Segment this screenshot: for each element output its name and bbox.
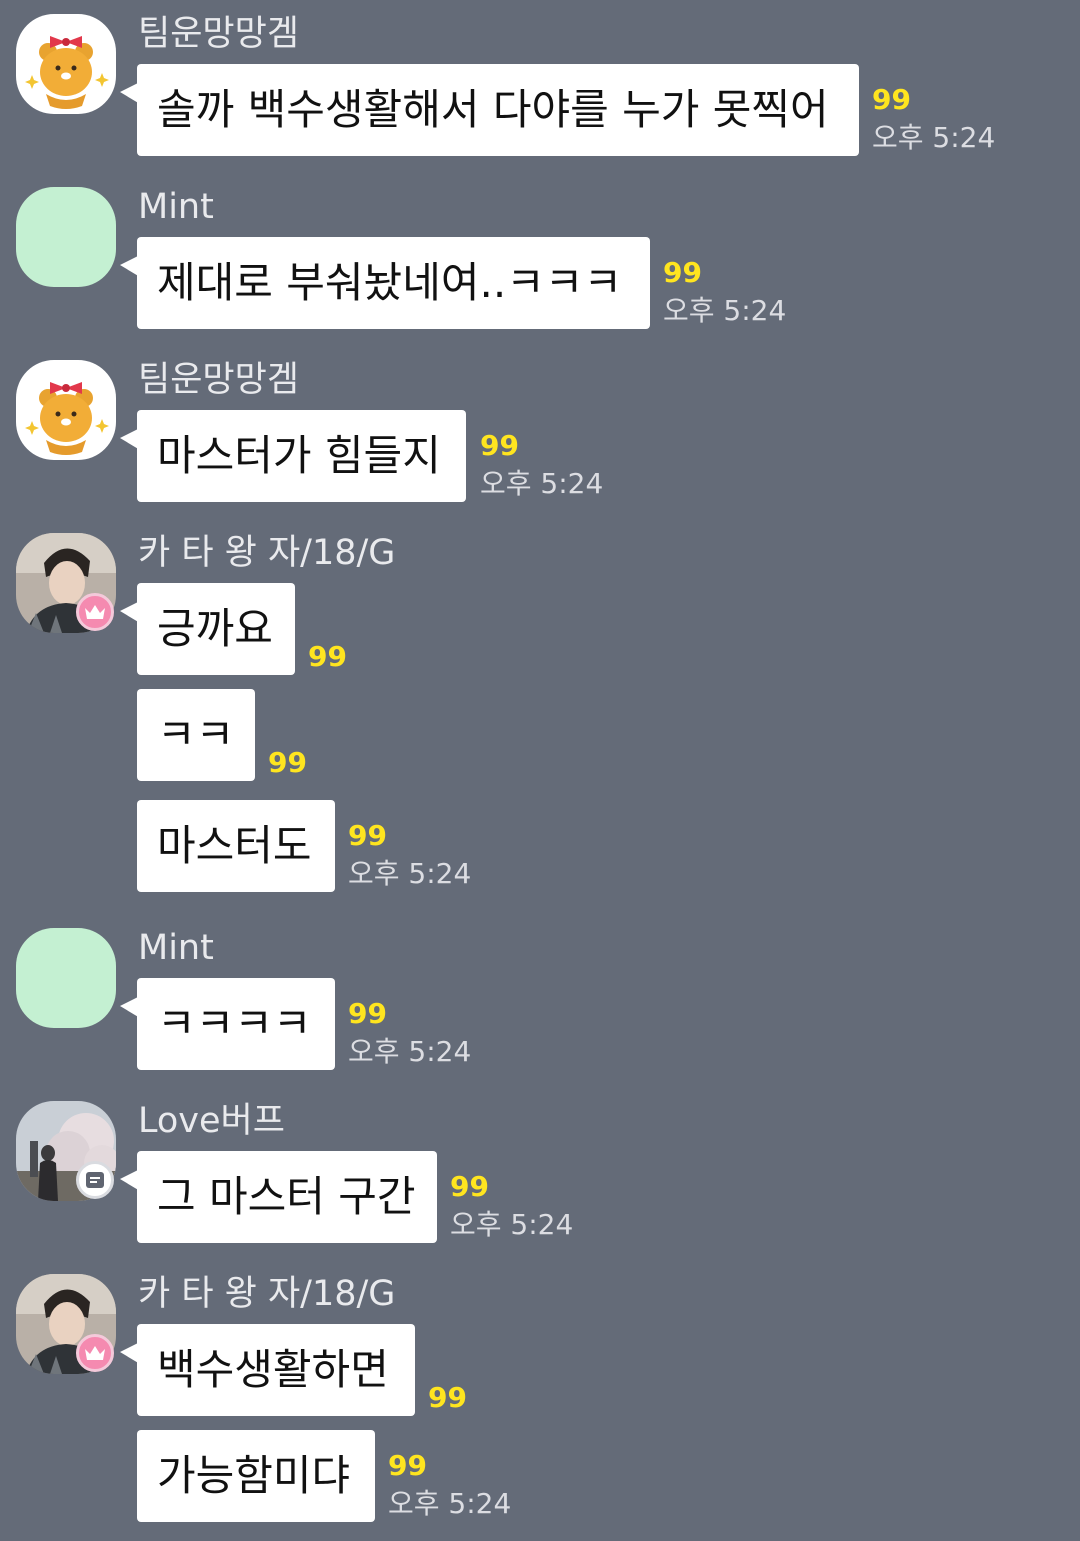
unread-count: 99 [348,997,387,1030]
message-time: 오후 5:24 [480,467,604,500]
message-bubble[interactable]: ㅋㅋㅋㅋ [137,978,335,1070]
message-meta: 99 [268,747,307,779]
message-row: 제대로 부숴놨네여..ㅋㅋㅋ 99 오후 5:24 [0,237,1080,329]
message-time: 오후 5:24 [872,121,996,154]
message-meta: 99 오후 5:24 [480,430,603,500]
message-meta: 99 [308,641,347,673]
message-time: 오후 5:24 [450,1208,574,1241]
sender-name: 팀운망망겜 [138,360,300,400]
unread-count: 99 [872,83,911,116]
message-time: 오후 5:24 [348,857,472,890]
message-row: 마스터가 힘들지 99 오후 5:24 [0,410,1080,502]
message-row: 긍까요 99 [0,583,1080,675]
message-row: ㅋㅋㅋㅋ 99 오후 5:24 [0,978,1080,1070]
message-row: 마스터도 99 오후 5:24 [0,800,1080,892]
message-meta: 99 오후 5:24 [348,820,471,890]
unread-count: 99 [268,746,307,779]
message-time: 오후 5:24 [663,294,787,327]
message-row: 그 마스터 구간 99 오후 5:24 [0,1151,1080,1243]
sender-name: 팀운망망겜 [138,14,300,54]
unread-count: 99 [348,819,387,852]
message-meta: 99 오후 5:24 [348,998,471,1068]
message-bubble[interactable]: 마스터가 힘들지 [137,410,466,502]
unread-count: 99 [388,1449,427,1482]
sender-name: 카 타 왕 자/18/G [138,1274,396,1314]
unread-count: 99 [663,256,702,289]
message-bubble[interactable]: 솔까 백수생활해서 다야를 누가 못찍어 [137,64,859,156]
message-bubble[interactable]: 가능함미댜 [137,1430,375,1522]
message-bubble[interactable]: 제대로 부숴놨네여..ㅋㅋㅋ [137,237,650,329]
message-bubble[interactable]: 마스터도 [137,800,335,892]
message-bubble[interactable]: 백수생활하면 [137,1324,415,1416]
message-meta: 99 오후 5:24 [388,1450,511,1520]
sender-name: Mint [138,187,214,227]
message-bubble[interactable]: 긍까요 [137,583,295,675]
sender-name: Love버프 [138,1101,285,1141]
sender-name: Mint [138,928,214,968]
message-time: 오후 5:24 [388,1487,512,1520]
message-meta: 99 [428,1382,467,1414]
message-row: ㅋㅋ 99 [0,689,1080,781]
message-meta: 99 오후 5:24 [872,84,995,154]
message-time: 오후 5:24 [348,1035,472,1068]
message-meta: 99 오후 5:24 [663,257,786,327]
unread-count: 99 [308,640,347,673]
sender-name: 카 타 왕 자/18/G [138,533,396,573]
message-row: 솔까 백수생활해서 다야를 누가 못찍어 99 오후 5:24 [0,64,1080,156]
unread-count: 99 [480,429,519,462]
message-bubble[interactable]: ㅋㅋ [137,689,255,781]
message-row: 백수생활하면 99 [0,1324,1080,1416]
message-bubble[interactable]: 그 마스터 구간 [137,1151,437,1243]
message-row: 가능함미댜 99 오후 5:24 [0,1430,1080,1522]
unread-count: 99 [450,1170,489,1203]
message-meta: 99 오후 5:24 [450,1171,573,1241]
unread-count: 99 [428,1381,467,1414]
